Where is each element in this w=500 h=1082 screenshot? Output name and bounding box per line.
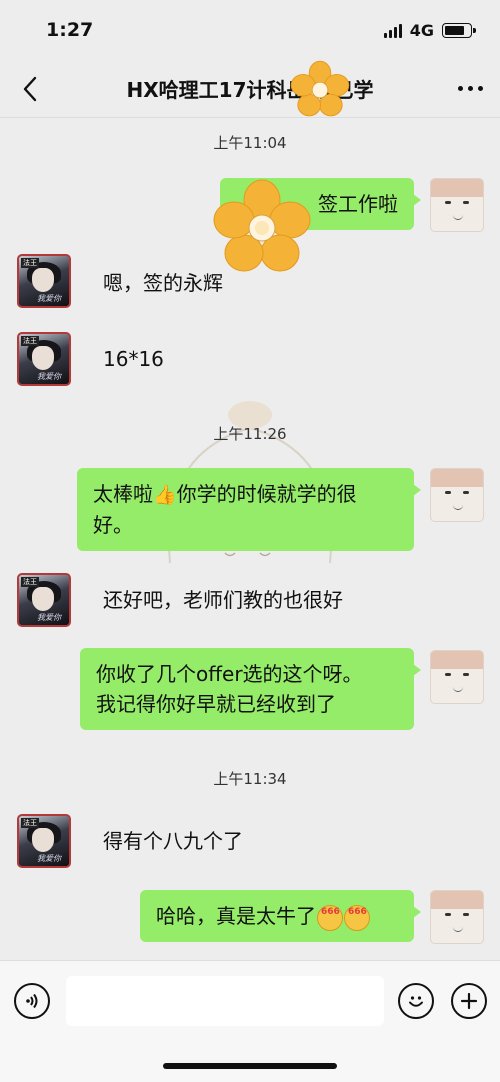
status-bar: 1:27 4G xyxy=(0,0,500,60)
message-bubble-sent[interactable]: 你收了几个offer选的这个呀。 我记得你好早就已经收到了 xyxy=(80,648,421,730)
message-input[interactable] xyxy=(66,976,384,1026)
avatar-sign: 我爱你 xyxy=(37,854,61,863)
message-text: 太棒啦 xyxy=(93,482,153,506)
avatar-sign: 我爱你 xyxy=(37,372,61,381)
flower-sticker-icon xyxy=(213,179,311,272)
message-received[interactable]: 嗯，签的永辉 xyxy=(103,268,223,298)
message-received[interactable]: 还好吧，老师们教的也很好 xyxy=(103,585,343,615)
chat-title: HX哈理工17计科岳 嫌已学 xyxy=(126,78,374,102)
thumbs-up-icon: 👍 xyxy=(153,484,177,506)
status-time: 1:27 xyxy=(46,19,94,41)
plus-icon xyxy=(460,992,478,1010)
message-received[interactable]: 16*16 xyxy=(103,344,164,374)
emoji-666-icon xyxy=(344,897,370,931)
avatar-tag: 法王 xyxy=(21,577,39,587)
message-text: 签工作啦 xyxy=(318,192,398,216)
avatar-sign: 我爱你 xyxy=(37,294,61,303)
avatar-tag: 法王 xyxy=(21,336,39,346)
timestamp: 上午11:04 xyxy=(213,134,287,152)
status-icons: 4G xyxy=(383,20,476,40)
emoji-icon xyxy=(409,996,423,1007)
message-received[interactable]: 得有个八九个了 xyxy=(103,826,243,856)
contact-avatar[interactable]: 法王 我爱你 xyxy=(17,332,71,386)
my-avatar[interactable] xyxy=(430,178,484,232)
battery-icon xyxy=(442,22,476,38)
timestamp: 上午11:26 xyxy=(213,425,287,443)
chat-area[interactable]: 上午11:04 签工作啦 法王 我爱你 嗯，签的永辉 法王 我爱你 16*16 … xyxy=(0,118,500,960)
message-bubble-sent[interactable]: 太棒啦👍你学的时候就学的很 好。 xyxy=(77,468,421,551)
message-text: 我记得你好早就已经收到了 xyxy=(96,692,336,716)
voice-button[interactable] xyxy=(14,983,50,1019)
message-text: 哈哈，真是太牛了 xyxy=(156,904,316,928)
add-button[interactable] xyxy=(451,983,487,1019)
contact-avatar[interactable]: 法王 我爱你 xyxy=(17,814,71,868)
emoji-666-icon xyxy=(317,897,343,931)
message-text: 你学的时候就学的很 xyxy=(176,482,357,506)
input-bar xyxy=(0,960,500,1040)
flower-sticker-icon xyxy=(290,60,350,117)
avatar-sign: 我爱你 xyxy=(37,613,61,622)
my-avatar[interactable] xyxy=(430,650,484,704)
more-button[interactable] xyxy=(440,60,500,118)
my-avatar[interactable] xyxy=(430,468,484,522)
my-avatar[interactable] xyxy=(430,890,484,944)
bottom-area xyxy=(0,1040,500,1082)
avatar-tag: 法王 xyxy=(21,258,39,268)
timestamp: 上午11:34 xyxy=(213,770,287,788)
emoji-button[interactable] xyxy=(398,983,434,1019)
chevron-left-icon xyxy=(23,76,37,101)
voice-icon xyxy=(26,993,38,1009)
nav-bar: HX哈理工17计科岳 嫌已学 xyxy=(0,60,500,118)
message-bubble-sent[interactable]: 哈哈，真是太牛了 xyxy=(140,890,421,942)
avatar-tag: 法王 xyxy=(21,818,39,828)
message-text: 你收了几个offer选的这个呀。 xyxy=(96,662,363,686)
home-indicator[interactable] xyxy=(163,1063,337,1069)
contact-avatar[interactable]: 法王 我爱你 xyxy=(17,573,71,627)
network-label: 4G xyxy=(409,20,434,40)
message-text: 好。 xyxy=(93,513,133,537)
signal-icon xyxy=(383,22,402,38)
back-button[interactable] xyxy=(0,60,60,118)
contact-avatar[interactable]: 法王 我爱你 xyxy=(17,254,71,308)
more-dots-icon xyxy=(457,86,463,91)
